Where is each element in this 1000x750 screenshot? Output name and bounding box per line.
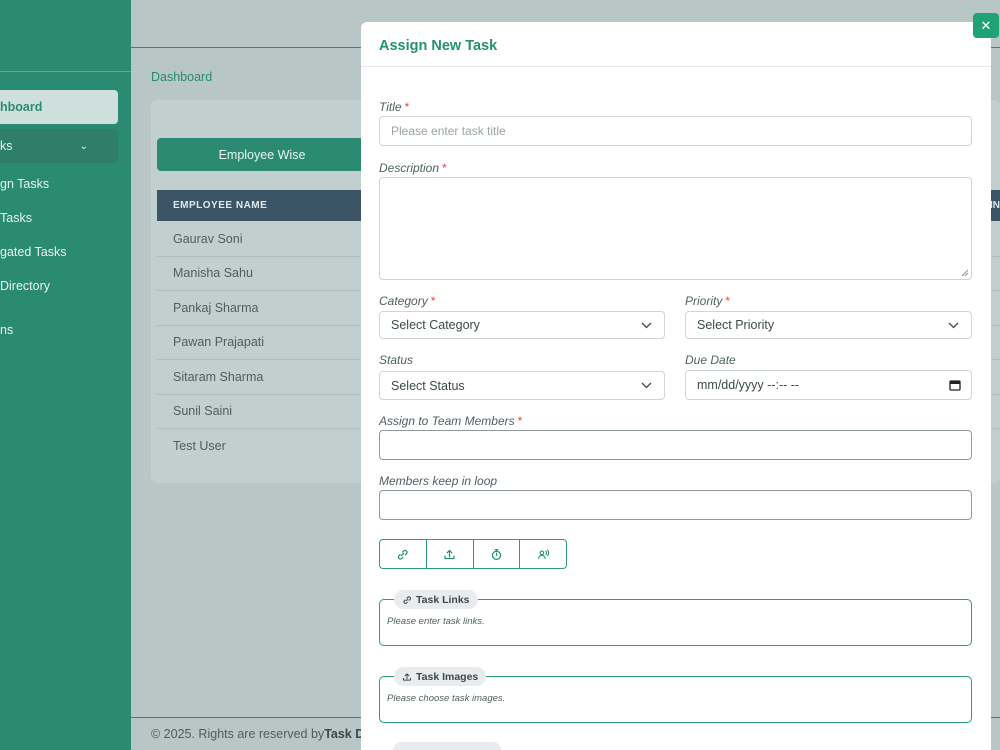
next-section-legend (393, 742, 501, 750)
chevron-down-icon (641, 322, 652, 328)
employee-wise-tab[interactable]: Employee Wise (157, 138, 367, 171)
chevron-down-icon (948, 322, 959, 328)
modal-title: Assign New Task (379, 38, 498, 54)
calendar-icon[interactable] (949, 379, 961, 391)
sidebar-item-delegated-tasks[interactable]: gated Tasks (0, 235, 66, 269)
required-mark: * (442, 161, 447, 175)
breadcrumb[interactable]: Dashboard (151, 70, 212, 84)
sidebar-item-assign-tasks[interactable]: gn Tasks (0, 167, 49, 201)
required-mark: * (404, 100, 410, 114)
status-label: Status (379, 353, 414, 367)
close-button[interactable]: ✕ (973, 13, 999, 38)
chevron-down-icon: ⌄ (79, 140, 88, 152)
sidebar-item-dashboard[interactable]: hboard (0, 90, 118, 124)
due-date-input[interactable]: mm/dd/yyyy --:-- -- (685, 370, 972, 400)
status-select[interactable]: Select Status (379, 371, 665, 400)
required-mark: * (430, 294, 436, 308)
task-links-placeholder: Please enter task links. (387, 616, 485, 627)
title-label: Title * (379, 100, 410, 114)
modal-header: Assign New Task (361, 22, 991, 67)
sidebar-brand-area (0, 0, 131, 72)
sidebar-item-my-tasks[interactable]: Tasks (0, 201, 32, 235)
priority-label: Priority * (685, 294, 731, 308)
resize-handle-icon[interactable] (961, 269, 969, 277)
link-icon (398, 549, 408, 560)
priority-select[interactable]: Select Priority (685, 311, 972, 339)
task-images-placeholder: Please choose task images. (387, 693, 506, 704)
task-links-legend: Task Links (394, 590, 478, 609)
link-icon (403, 595, 411, 604)
column-header-right: IN (990, 200, 1000, 211)
task-images-field[interactable]: Task Images Please choose task images. (379, 667, 972, 723)
footer-brand: Task D (324, 727, 365, 741)
required-mark: * (725, 294, 731, 308)
timer-toggle[interactable] (474, 540, 521, 568)
description-label: Description * (379, 161, 447, 175)
description-textarea[interactable] (379, 177, 972, 280)
sidebar: hboard ks ⌄ gn Tasks Tasks gated Tasks Di… (0, 0, 131, 750)
category-select[interactable]: Select Category (379, 311, 665, 339)
required-mark: * (517, 414, 523, 428)
task-images-toggle[interactable] (427, 540, 474, 568)
assign-members-label: Assign to Team Members * (379, 414, 523, 428)
close-icon: ✕ (980, 17, 992, 33)
stopwatch-icon (491, 548, 502, 560)
sidebar-item-ns[interactable]: ns (0, 313, 13, 347)
sidebar-item-directory[interactable]: Directory (0, 269, 50, 303)
upload-icon (403, 672, 411, 681)
chevron-down-icon (641, 382, 652, 389)
assign-members-input[interactable] (379, 430, 972, 460)
task-images-legend: Task Images (394, 667, 487, 686)
sidebar-item-tasks[interactable]: ks ⌄ (0, 129, 118, 163)
members-loop-label: Members keep in loop (379, 474, 498, 488)
voice-note-toggle[interactable] (520, 540, 566, 568)
attachment-toggle-group (379, 539, 567, 569)
task-links-field[interactable]: Task Links Please enter task links. (379, 590, 972, 646)
task-links-toggle[interactable] (380, 540, 427, 568)
category-label: Category * (379, 294, 436, 308)
column-header-employee-name: EMPLOYEE NAME (173, 200, 268, 211)
due-date-label: Due Date (685, 353, 736, 367)
title-input[interactable]: Please enter task title (379, 116, 972, 146)
voice-icon (537, 549, 549, 559)
members-loop-input[interactable] (379, 490, 972, 520)
upload-icon (444, 549, 455, 559)
